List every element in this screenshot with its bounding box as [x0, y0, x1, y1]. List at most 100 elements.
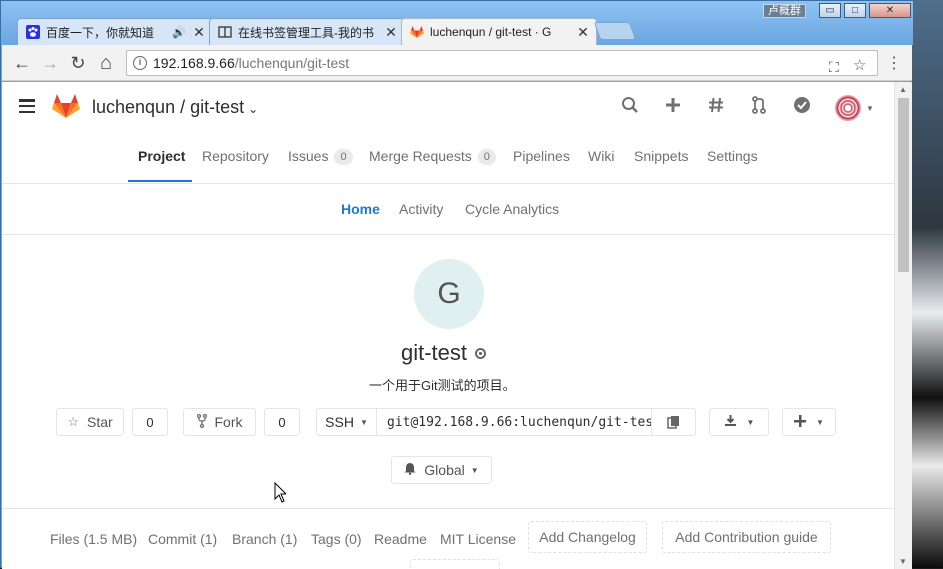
fork-icon	[197, 414, 207, 431]
files-link[interactable]: Files (1.5 MB)	[50, 531, 137, 547]
user-avatar[interactable]	[835, 95, 861, 121]
scroll-up-icon[interactable]: ▲	[899, 85, 907, 94]
caret-down-icon: ▼	[747, 418, 755, 427]
star-button[interactable]: ☆Star	[56, 408, 124, 436]
clone-url-input[interactable]	[377, 409, 651, 435]
protocol-dropdown[interactable]: SSH▼	[317, 409, 377, 435]
close-tab-icon[interactable]: ✕	[192, 24, 206, 41]
browser-window: 卢概群 ▭ □ ✕ 百度一下，你就知道 🔊 ✕ 在线书签管理工具-我的书 ✕ l	[0, 0, 912, 568]
book-icon	[218, 25, 232, 39]
address-host: 192.168.9.66	[153, 55, 235, 71]
tab-repository[interactable]: Repository	[202, 148, 269, 164]
tab-settings[interactable]: Settings	[707, 148, 758, 164]
readme-link[interactable]: Readme	[374, 531, 427, 547]
search-icon[interactable]	[619, 96, 641, 118]
paw-icon	[26, 25, 40, 39]
fork-count[interactable]: 0	[264, 408, 300, 436]
copy-icon[interactable]	[651, 409, 695, 435]
desktop-wallpaper-strip	[912, 0, 943, 568]
caret-down-icon[interactable]: ▼	[866, 104, 874, 113]
caret-down-icon: ▼	[816, 418, 824, 427]
gitlab-header: luchenqun / git-test⌄ ▼	[2, 82, 894, 134]
bookmark-star-icon[interactable]: ☆	[853, 54, 866, 78]
close-window-button[interactable]: ✕	[869, 3, 911, 18]
subnav-cycle-analytics[interactable]: Cycle Analytics	[465, 201, 559, 217]
close-tab-icon[interactable]: ✕	[384, 24, 398, 41]
tab-label: 在线书签管理工具-我的书	[238, 24, 384, 41]
project-path-title[interactable]: luchenqun / git-test⌄	[92, 97, 258, 118]
tab-snippets[interactable]: Snippets	[634, 148, 688, 164]
add-contribution-guide-button[interactable]: Add Contribution guide	[662, 521, 831, 553]
maximize-button[interactable]: □	[844, 3, 866, 18]
hash-icon[interactable]	[705, 96, 727, 118]
notification-dropdown[interactable]: Global▼	[391, 456, 492, 484]
gitlab-page: luchenqun / git-test⌄ ▼ Project Reposito…	[2, 82, 894, 569]
project-nav: Project Repository Issues0 Merge Request…	[2, 134, 894, 184]
browser-menu-icon[interactable]: ⋮	[886, 53, 902, 73]
tags-link[interactable]: Tags (0)	[311, 531, 362, 547]
caret-down-icon: ▼	[471, 466, 479, 475]
gitlab-logo-icon[interactable]	[52, 93, 80, 119]
tab-label: luchenqun / git-test · G	[430, 25, 576, 39]
tab-pipelines[interactable]: Pipelines	[513, 148, 570, 164]
tab-bookmarks[interactable]: 在线书签管理工具-我的书 ✕	[209, 18, 405, 45]
back-button[interactable]: ←	[12, 53, 32, 73]
subnav-activity[interactable]: Activity	[399, 201, 443, 217]
address-bar[interactable]: i 192.168.9.66/luchenqun/git-test ⛶ ☆	[126, 50, 878, 76]
home-button[interactable]: ⌂	[96, 53, 116, 73]
minimize-button[interactable]: ▭	[819, 3, 841, 18]
subnav-home[interactable]: Home	[341, 201, 380, 217]
commit-link[interactable]: Commit (1)	[148, 531, 217, 547]
scrollbar-thumb[interactable]	[898, 98, 909, 272]
new-tab-button[interactable]	[594, 22, 637, 40]
vertical-scrollbar[interactable]: ▲ ▼	[894, 82, 912, 569]
tab-merge-requests[interactable]: Merge Requests0	[369, 148, 496, 165]
mouse-cursor-icon	[274, 482, 286, 504]
chevron-down-icon: ⌄	[248, 102, 258, 116]
tab-wiki[interactable]: Wiki	[588, 148, 614, 164]
address-path: /luchenqun/git-test	[235, 55, 349, 71]
bell-icon	[404, 462, 416, 478]
clone-url-group: SSH▼	[316, 408, 696, 436]
close-tab-icon[interactable]: ✕	[576, 24, 590, 41]
project-title: git-test	[401, 340, 486, 366]
add-changelog-button[interactable]: Add Changelog	[528, 521, 647, 553]
scroll-down-icon[interactable]: ▼	[899, 557, 907, 566]
hamburger-menu-icon[interactable]	[19, 99, 35, 113]
forward-button[interactable]: →	[40, 53, 60, 73]
audio-icon: 🔊	[172, 26, 186, 39]
tab-strip: 卢概群 ▭ □ ✕ 百度一下，你就知道 🔊 ✕ 在线书签管理工具-我的书 ✕ l	[1, 1, 913, 45]
active-tab-underline	[128, 180, 192, 182]
fork-button[interactable]: Fork	[183, 408, 256, 436]
project-avatar: G	[414, 259, 484, 329]
tab-gitlab[interactable]: luchenqun / git-test · G ✕	[401, 18, 597, 45]
window-controls: ▭ □ ✕	[816, 3, 911, 19]
issues-count-badge: 0	[334, 149, 352, 165]
project-description: 一个用于Git测试的项目。	[369, 375, 516, 394]
tab-issues[interactable]: Issues0	[288, 148, 353, 165]
globe-icon	[475, 348, 486, 359]
browser-toolbar: ← → ↻ ⌂ i 192.168.9.66/luchenqun/git-tes…	[2, 45, 912, 81]
download-icon	[724, 414, 737, 430]
project-stats-bar: Files (1.5 MB) Commit (1) Branch (1) Tag…	[2, 508, 894, 569]
merge-requests-count-badge: 0	[478, 149, 496, 165]
caret-down-icon: ▼	[360, 418, 368, 427]
branch-link[interactable]: Branch (1)	[232, 531, 297, 547]
star-count[interactable]: 0	[132, 408, 168, 436]
project-subnav: Home Activity Cycle Analytics	[2, 185, 894, 235]
info-icon[interactable]: i	[133, 56, 147, 70]
merge-request-icon[interactable]	[748, 96, 770, 118]
tab-baidu[interactable]: 百度一下，你就知道 🔊 ✕	[17, 18, 213, 45]
tab-label: 百度一下，你就知道	[46, 24, 172, 41]
tab-project[interactable]: Project	[138, 148, 185, 164]
star-icon: ☆	[67, 414, 79, 430]
check-circle-icon[interactable]	[791, 96, 813, 118]
reload-button[interactable]: ↻	[68, 53, 88, 73]
plus-icon	[794, 415, 806, 430]
plus-icon[interactable]	[662, 96, 684, 118]
add-dropdown[interactable]: ▼	[782, 408, 836, 436]
translate-icon[interactable]: ⛶	[829, 55, 839, 79]
download-dropdown[interactable]: ▼	[709, 408, 769, 436]
gitlab-tanuki-icon	[410, 25, 424, 39]
license-link[interactable]: MIT License	[440, 531, 516, 547]
